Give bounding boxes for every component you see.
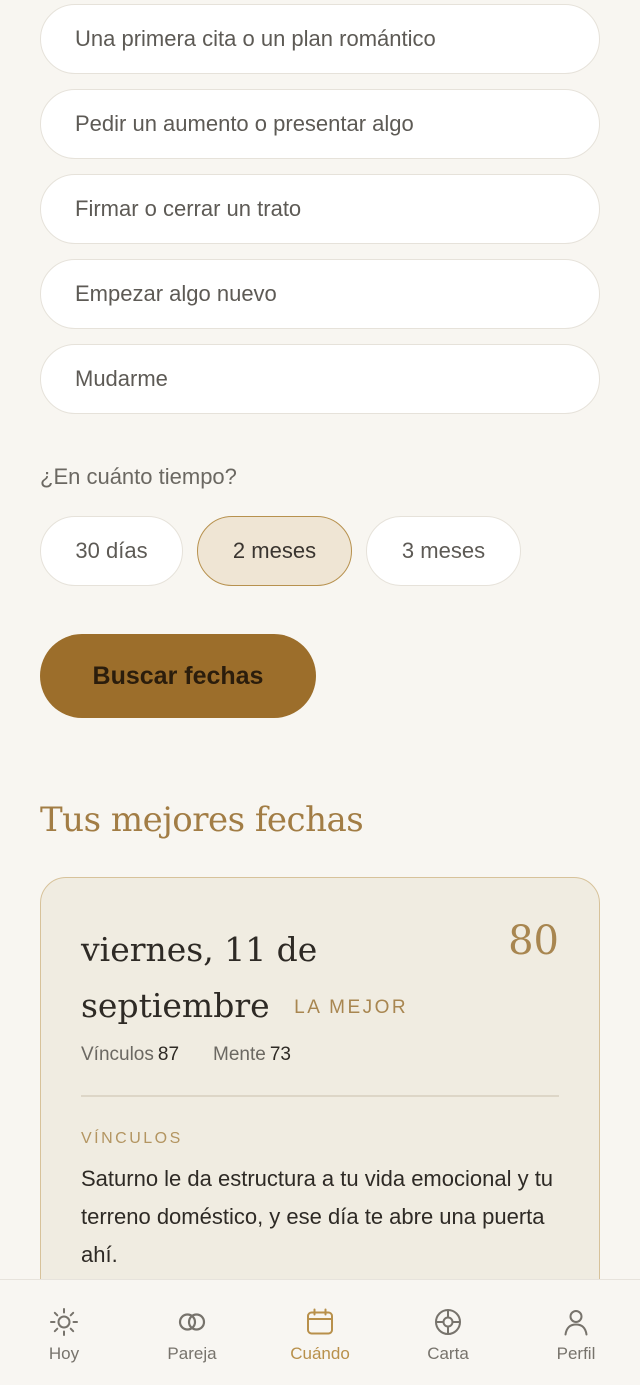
- rings-icon: [178, 1313, 206, 1331]
- metric-label: Mente: [213, 1044, 266, 1065]
- bottom-nav: Hoy Pareja Cuándo Carta Perfil: [0, 1279, 640, 1385]
- calendar-icon: [307, 1308, 333, 1335]
- search-dates-button[interactable]: Buscar fechas: [40, 634, 316, 718]
- nav-item-hoy[interactable]: Hoy: [0, 1280, 128, 1385]
- nav-item-perfil[interactable]: Perfil: [512, 1280, 640, 1385]
- option-sign-deal[interactable]: Firmar o cerrar un trato: [40, 174, 600, 244]
- results-title: Tus mejores fechas: [40, 800, 364, 840]
- category-label: VÍNCULOS: [81, 1130, 183, 1147]
- user-icon: [564, 1310, 588, 1336]
- chip-30-days[interactable]: 30 días: [40, 516, 183, 586]
- option-move[interactable]: Mudarme: [40, 344, 600, 414]
- chart-wheel-icon: [435, 1309, 461, 1335]
- metric-value: 73: [269, 1044, 291, 1065]
- card-divider: [81, 1095, 559, 1097]
- screen: Una primera cita o un plan romántico Ped…: [0, 0, 640, 1385]
- chip-2-months[interactable]: 2 meses: [197, 516, 352, 586]
- metric-label: Vínculos: [81, 1044, 154, 1065]
- timeframe-question: ¿En cuánto tiempo?: [40, 464, 237, 489]
- nav-label: Hoy: [48, 1344, 80, 1363]
- sun-icon: [50, 1308, 78, 1336]
- best-badge: LA MEJOR: [294, 997, 409, 1018]
- score-value: 80: [508, 918, 559, 964]
- nav-label: Carta: [427, 1344, 469, 1363]
- metric-mente: Mente 73: [213, 1044, 291, 1066]
- nav-item-pareja[interactable]: Pareja: [128, 1280, 256, 1385]
- chip-3-months[interactable]: 3 meses: [366, 516, 521, 586]
- option-raise-presentation[interactable]: Pedir un aumento o presentar algo: [40, 89, 600, 159]
- metric-value: 87: [157, 1044, 180, 1065]
- card-date-block: viernes, 11 de septiembre LA MEJOR: [81, 922, 461, 1036]
- nav-label: Pareja: [167, 1344, 217, 1363]
- timeframe-chips: 30 días 2 meses 3 meses: [40, 516, 535, 586]
- nav-label: Perfil: [556, 1344, 596, 1363]
- nav-item-carta[interactable]: Carta: [384, 1280, 512, 1385]
- nav-item-cuando[interactable]: Cuándo: [256, 1280, 384, 1385]
- intent-options-list: Una primera cita o un plan romántico Ped…: [40, 4, 600, 429]
- card-description: Saturno le da estructura a tu vida emoci…: [81, 1166, 554, 1267]
- card-date: viernes, 11 de septiembre: [81, 930, 318, 1025]
- option-start-new[interactable]: Empezar algo nuevo: [40, 259, 600, 329]
- metrics-row: Vínculos 87 Mente 73: [81, 1044, 325, 1066]
- metric-vinculos: Vínculos 87: [81, 1044, 179, 1066]
- option-romantic-date[interactable]: Una primera cita o un plan romántico: [40, 4, 600, 74]
- nav-label: Cuándo: [290, 1344, 350, 1363]
